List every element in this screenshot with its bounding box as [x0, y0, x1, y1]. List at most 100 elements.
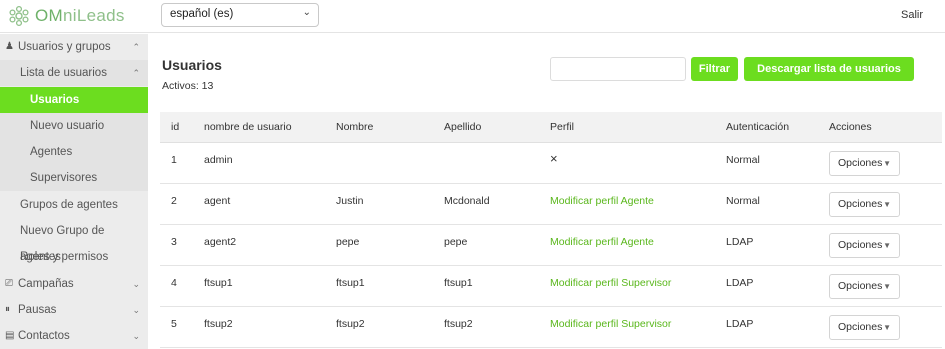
page-title: Usuarios	[162, 57, 222, 73]
table-row: 2 agent Justin Mcdonald Modificar perfil…	[160, 184, 942, 225]
edit-profile-link[interactable]: Modificar perfil Supervisor	[550, 277, 671, 289]
cell-last-name: ftsup2	[444, 318, 473, 330]
table-row: 1 admin × Normal Opciones ▼	[160, 143, 942, 184]
cell-first-name: Justin	[336, 195, 364, 207]
chevron-up-icon: ⌃	[132, 68, 140, 78]
cell-authentication: Normal	[726, 195, 760, 207]
chevron-down-icon: ⌄	[132, 279, 140, 289]
cell-username: ftsup2	[204, 318, 233, 330]
caret-down-icon: ▼	[883, 282, 891, 291]
cell-id: 5	[171, 318, 177, 330]
options-dropdown-button[interactable]: Opciones ▼	[829, 233, 900, 258]
sidebar-item-label: Grupos de agentes	[20, 199, 118, 211]
sidebar-item-usuarios-y-grupos[interactable]: ♟ Usuarios y grupos ⌃	[0, 34, 148, 60]
edit-profile-link[interactable]: Modificar perfil Supervisor	[550, 318, 671, 330]
column-header-username: nombre de usuario	[204, 121, 292, 133]
caret-down-icon: ▼	[883, 241, 891, 250]
language-select[interactable]: español (es) ⌄	[161, 3, 319, 27]
sidebar-item-roles-y-permisos[interactable]: Roles y permisos	[0, 244, 148, 270]
logout-link[interactable]: Salir	[901, 9, 923, 21]
sidebar-item-contactos[interactable]: ▤ Contactos ⌄	[0, 323, 148, 349]
top-bar: OMniLeads español (es) ⌄ Salir	[0, 0, 945, 33]
logo[interactable]: OMniLeads	[8, 4, 125, 28]
sidebar-item-lista-de-usuarios[interactable]: Lista de usuarios ⌃	[0, 60, 148, 86]
cell-id: 3	[171, 236, 177, 248]
options-label: Opciones	[838, 198, 883, 210]
sidebar-item-label: Nuevo usuario	[30, 120, 105, 132]
cell-username: agent2	[204, 236, 237, 248]
chevron-down-icon: ⌄	[132, 305, 140, 315]
sidebar-item-nuevo-usuario[interactable]: Nuevo usuario	[0, 113, 148, 139]
active-count: Activos: 13	[162, 80, 214, 92]
sidebar-item-label: Lista de usuarios	[20, 67, 107, 79]
sidebar-item-agentes[interactable]: Agentes	[0, 139, 148, 165]
sidebar-item-label: Usuarios y grupos	[18, 41, 111, 53]
close-icon: ×	[550, 151, 558, 166]
cell-username: ftsup1	[204, 277, 233, 289]
column-header-first-name: Nombre	[336, 121, 374, 133]
sidebar-item-grupos-de-agentes[interactable]: Grupos de agentes	[0, 192, 148, 218]
table-row: 5 ftsup2 ftsup2 ftsup2 Modificar perfil …	[160, 307, 942, 348]
language-select-value: español (es)	[170, 8, 234, 20]
sidebar-item-usuarios[interactable]: Usuarios	[0, 87, 148, 113]
sidebar-item-pausas[interactable]: ⏸ Pausas ⌄	[0, 297, 148, 323]
edit-profile-link[interactable]: Modificar perfil Agente	[550, 195, 654, 207]
sidebar-item-supervisores[interactable]: Supervisores	[0, 165, 148, 191]
campaign-icon: ⎚	[5, 278, 13, 289]
table-row: 4 ftsup1 ftsup1 ftsup1 Modificar perfil …	[160, 266, 942, 307]
column-header-profile: Perfil	[550, 121, 574, 133]
cell-last-name: ftsup1	[444, 277, 473, 289]
options-label: Opciones	[838, 239, 883, 251]
column-header-authentication: Autenticación	[726, 121, 790, 133]
cell-id: 2	[171, 195, 177, 207]
table-header: id nombre de usuario Nombre Apellido Per…	[160, 112, 942, 143]
sidebar-item-label: Agentes	[30, 146, 73, 158]
edit-profile-link[interactable]: Modificar perfil Agente	[550, 236, 654, 248]
cell-id: 4	[171, 277, 177, 289]
options-dropdown-button[interactable]: Opciones ▼	[829, 274, 900, 299]
cell-authentication: Normal	[726, 154, 760, 166]
cell-authentication: LDAP	[726, 277, 754, 289]
sidebar-item-label: Contactos	[18, 330, 70, 342]
column-header-id: id	[171, 121, 180, 133]
cell-authentication: LDAP	[726, 318, 754, 330]
cell-last-name: Mcdonald	[444, 195, 490, 207]
cell-last-name: pepe	[444, 236, 468, 248]
caret-down-icon: ▼	[883, 323, 891, 332]
filter-input[interactable]	[550, 57, 686, 81]
caret-down-icon: ▼	[883, 200, 891, 209]
cell-username: agent	[204, 195, 231, 207]
options-dropdown-button[interactable]: Opciones ▼	[829, 151, 900, 176]
table-row: 3 agent2 pepe pepe Modificar perfil Agen…	[160, 225, 942, 266]
sidebar-item-label: Campañas	[18, 278, 74, 290]
contacts-icon: ▤	[5, 330, 15, 341]
sidebar-item-label: Pausas	[18, 304, 57, 316]
cell-first-name: ftsup2	[336, 318, 365, 330]
column-header-actions: Acciones	[829, 121, 872, 133]
logo-icon	[9, 5, 29, 27]
logo-text: OMniLeads	[35, 6, 125, 25]
chevron-up-icon: ⌃	[132, 42, 140, 52]
options-label: Opciones	[838, 321, 883, 333]
sidebar: ♟ Usuarios y grupos ⌃ Lista de usuarios …	[0, 34, 148, 349]
caret-down-icon: ▼	[883, 159, 891, 168]
sidebar-item-label: Roles y permisos	[20, 251, 109, 263]
sidebar-item-nuevo-grupo-de-agentes[interactable]: Nuevo Grupo de agentes	[0, 218, 148, 263]
download-csv-button[interactable]: Descargar lista de usuarios (CSV)	[744, 57, 914, 99]
cell-authentication: LDAP	[726, 236, 754, 248]
filter-button[interactable]: Filtrar	[691, 57, 738, 81]
cell-first-name: pepe	[336, 236, 360, 248]
cell-username: admin	[204, 154, 233, 166]
cell-id: 1	[171, 154, 177, 166]
user-group-icon: ♟	[5, 41, 14, 52]
sidebar-item-label: Usuarios	[30, 94, 80, 106]
pause-icon: ⏸	[5, 304, 10, 315]
options-label: Opciones	[838, 157, 883, 169]
options-dropdown-button[interactable]: Opciones ▼	[829, 315, 900, 340]
cell-first-name: ftsup1	[336, 277, 365, 289]
chevron-down-icon: ⌄	[132, 331, 140, 341]
sidebar-item-campanas[interactable]: ⎚ Campañas ⌄	[0, 271, 148, 297]
options-label: Opciones	[838, 280, 883, 292]
options-dropdown-button[interactable]: Opciones ▼	[829, 192, 900, 217]
sidebar-item-label: Supervisores	[30, 172, 98, 184]
